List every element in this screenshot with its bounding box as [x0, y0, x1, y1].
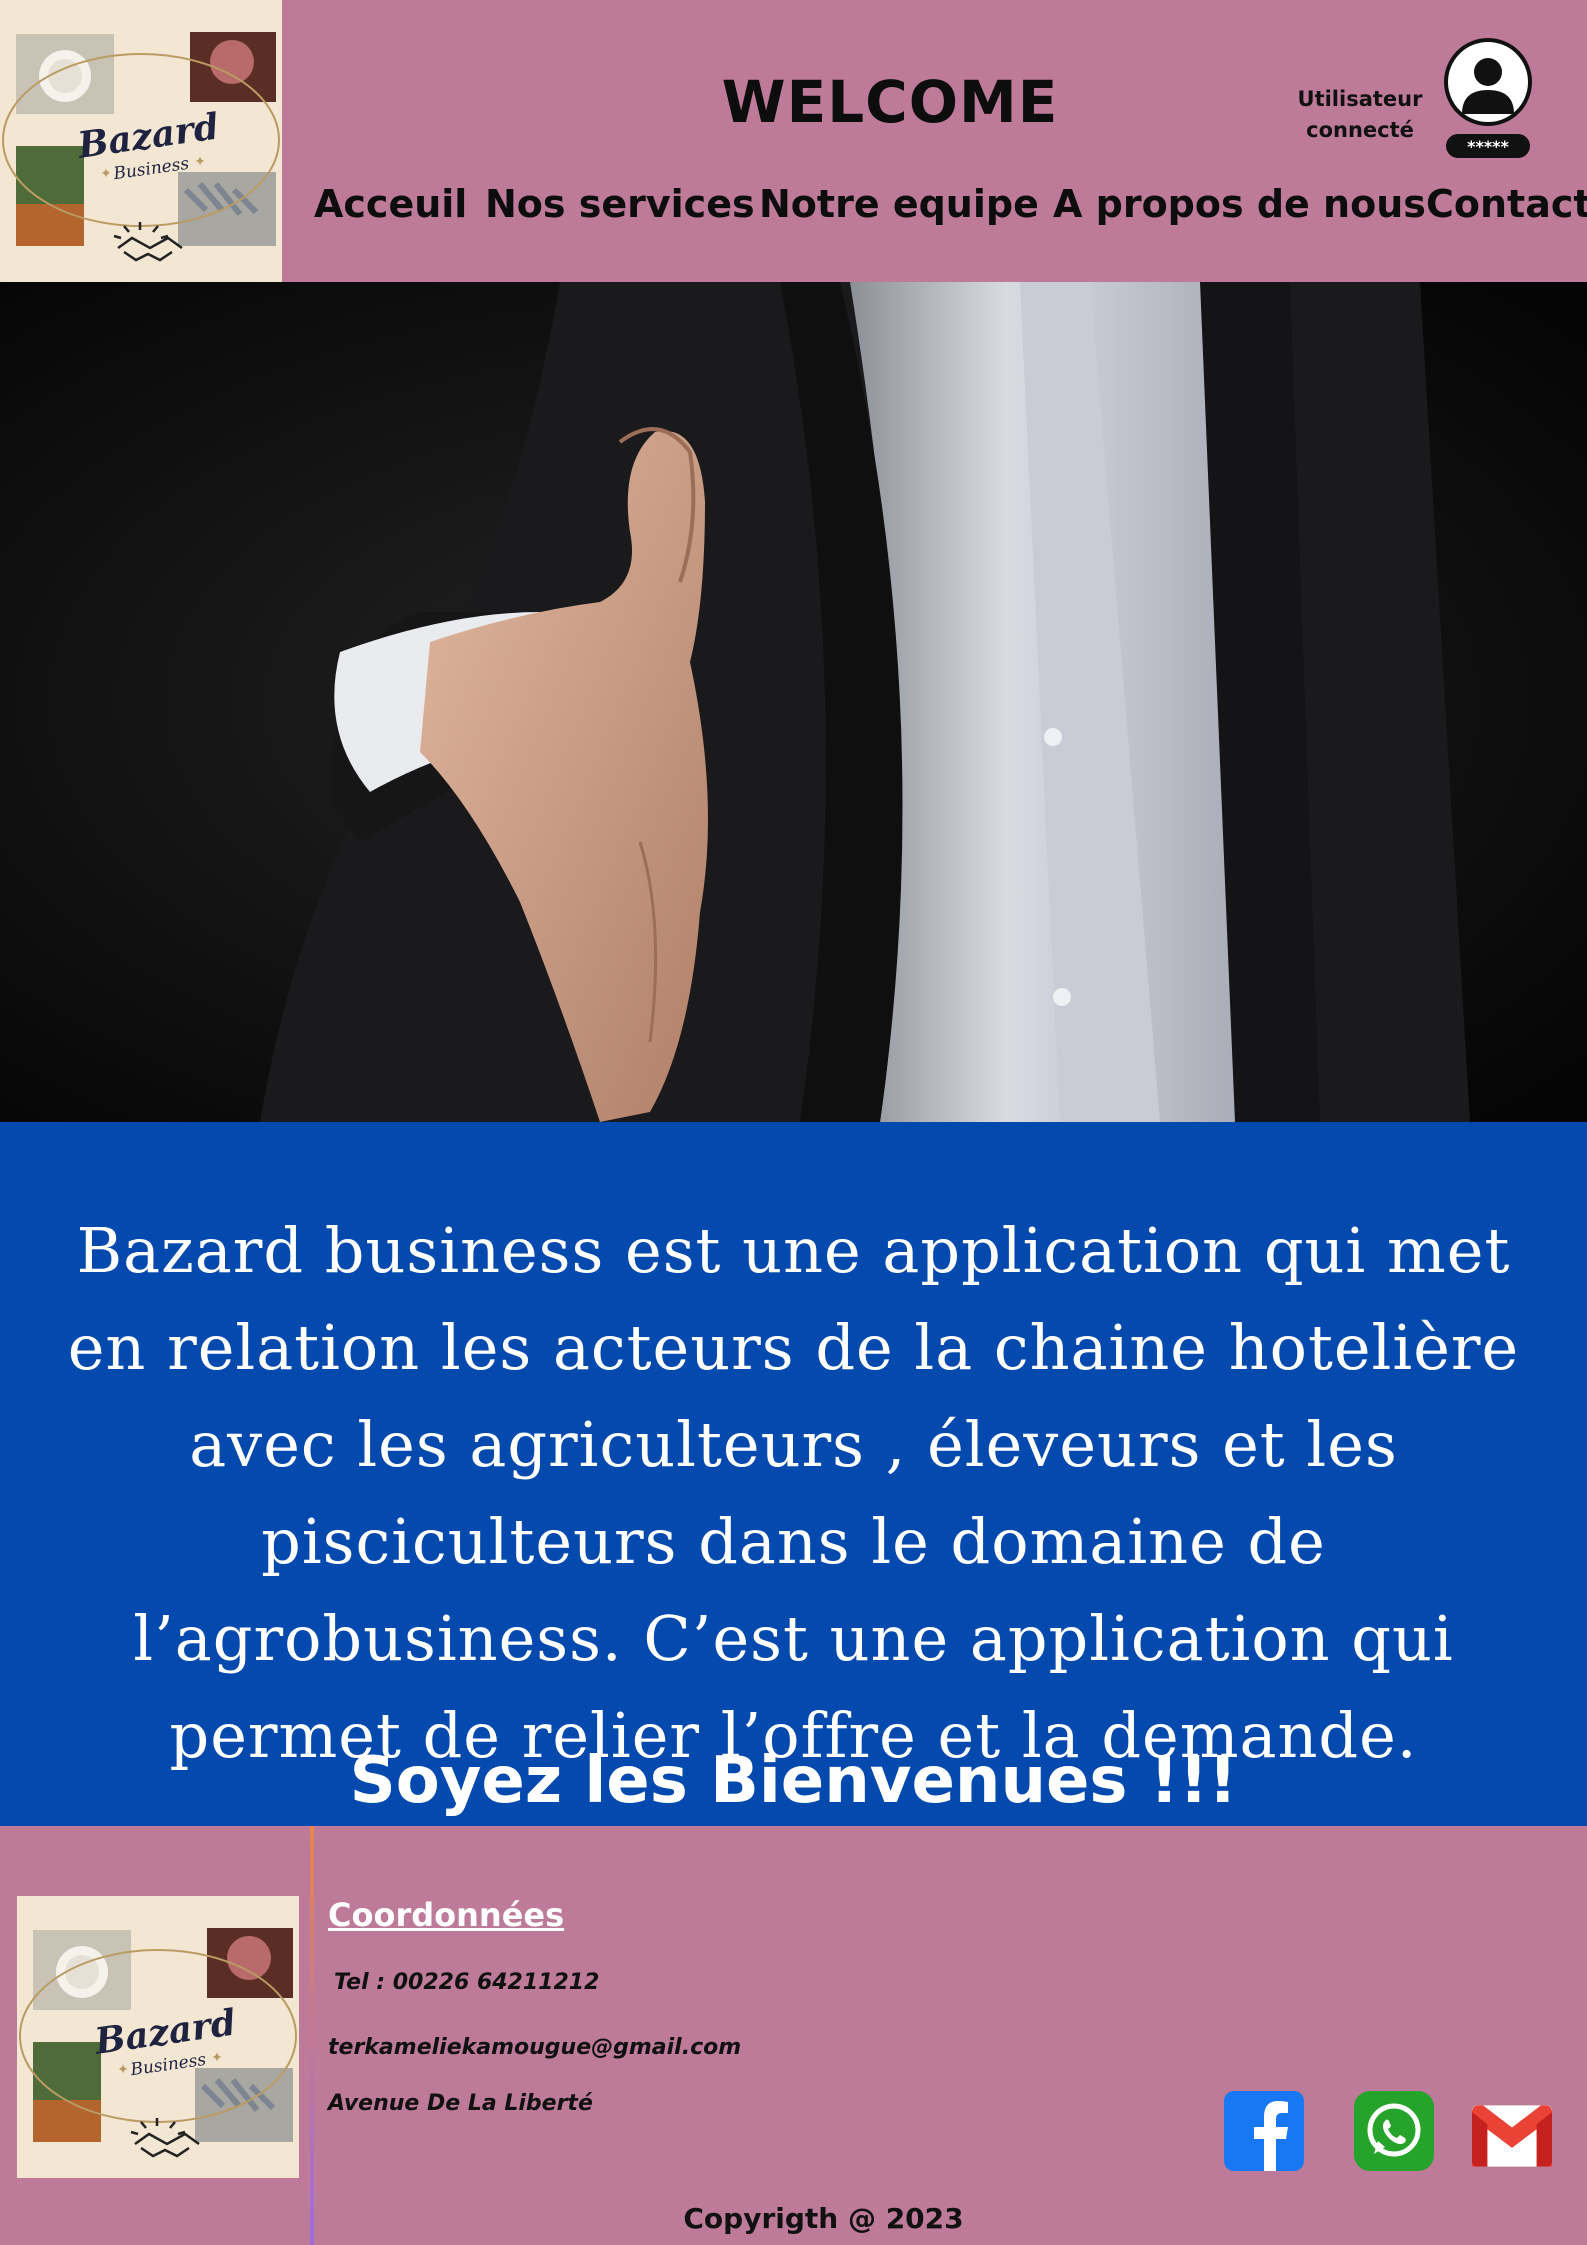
page-title: WELCOME [721, 68, 1059, 136]
contact-title: Coordonnées [328, 1896, 565, 1934]
user-status-line1: Utilisateur [1297, 87, 1423, 111]
contact-phone: Tel : 00226 64211212 [334, 1970, 600, 1995]
svg-text:✦: ✦ [194, 154, 206, 170]
footer-logo-graphic: Bazard Business ✦ ✦ [17, 1896, 299, 2178]
handshake-offer-photo [0, 282, 1587, 1122]
password-mask: ***** [1467, 137, 1509, 156]
hero-image [0, 282, 1587, 1122]
site-footer: Bazard Business ✦ ✦ Coordonnées Tel : 00… [0, 1826, 1587, 2245]
nav-item-contact[interactable]: Contact [1426, 182, 1587, 226]
nav-item-a-propos[interactable]: A propos de nous [1053, 182, 1426, 226]
user-lock-icon[interactable]: ***** [1440, 36, 1536, 162]
nav-item-acceuil[interactable]: Acceuil [314, 182, 467, 226]
nav-item-equipe[interactable]: Notre equipe [759, 182, 1039, 226]
intro-text: Bazard business est une application qui … [67, 1214, 1520, 1772]
svg-text:✦: ✦ [211, 2050, 223, 2066]
welcome-heading: Soyez les Bienvenues !!! [349, 1744, 1238, 1818]
svg-text:✦: ✦ [117, 2062, 129, 2078]
main-nav: Acceuil Nos services Notre equipe A prop… [0, 182, 1587, 242]
footer-divider [310, 1826, 314, 2245]
copyright-text: Copyrigth @ 2023 [683, 2202, 964, 2235]
svg-text:✦: ✦ [100, 166, 112, 182]
gmail-icon[interactable] [1472, 2096, 1552, 2176]
intro-section: Bazard business est une application qui … [0, 1122, 1587, 1826]
site-header: Bazard Business ✦ ✦ WELCOME Utilisateur … [0, 0, 1587, 282]
facebook-icon[interactable] [1224, 2091, 1304, 2171]
whatsapp-icon[interactable] [1354, 2091, 1434, 2171]
user-status: Utilisateur connecté [1290, 84, 1430, 146]
contact-email[interactable]: terkameliekamougue@gmail.com [328, 2035, 741, 2060]
user-status-line2: connecté [1306, 118, 1414, 142]
contact-address: Avenue De La Liberté [328, 2091, 593, 2116]
footer-logo[interactable]: Bazard Business ✦ ✦ [17, 1896, 299, 2178]
nav-item-services[interactable]: Nos services [485, 182, 755, 226]
